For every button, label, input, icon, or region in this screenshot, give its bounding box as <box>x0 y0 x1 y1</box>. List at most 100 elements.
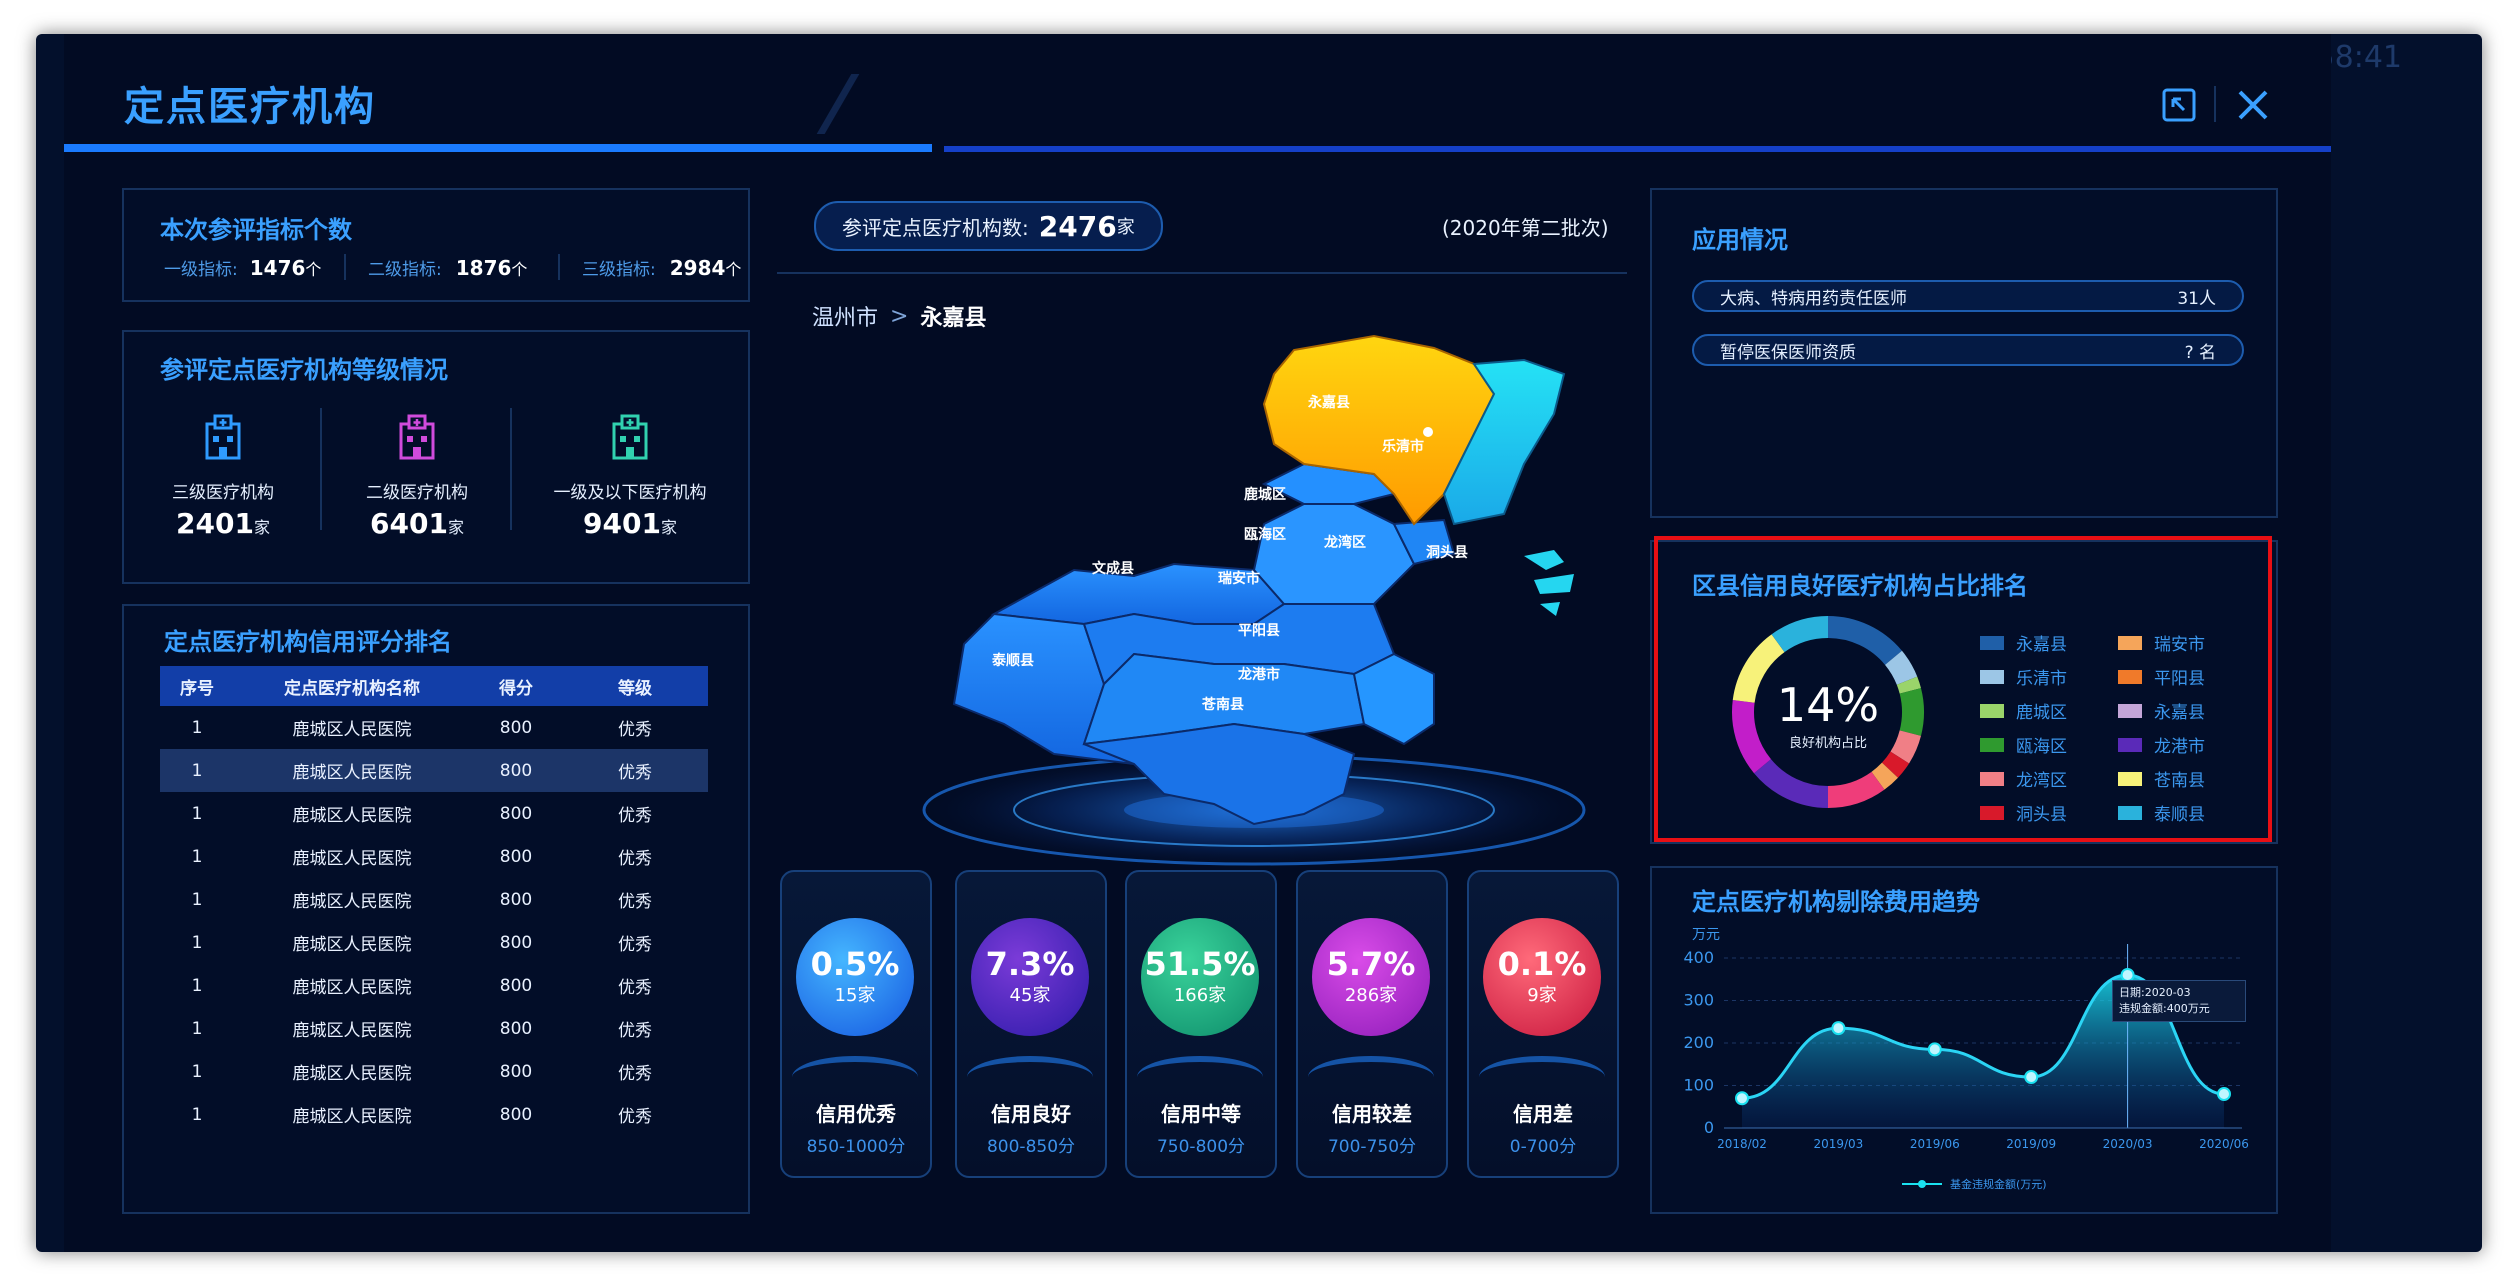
level-item: 三级医疗机构 2401家 <box>124 408 322 540</box>
level-unit: 家 <box>253 518 270 537</box>
application-row[interactable]: 暂停医保医师资质 ? 名 <box>1692 334 2244 366</box>
table-row[interactable]: 1 鹿城区人民医院 800 优秀 <box>160 792 708 835</box>
map-region-longgang[interactable] <box>1352 652 1435 746</box>
level-label: 二级医疗机构 <box>366 483 468 503</box>
cell: 800 <box>499 932 533 953</box>
table-row[interactable]: 1 鹿城区人民医院 800 优秀 <box>160 878 708 921</box>
cell: 1 <box>191 1104 203 1125</box>
application-label: 暂停医保医师资质 <box>1720 342 1856 363</box>
credit-label: 信用中等 <box>1161 1102 1241 1126</box>
credit-percent: 51.5% <box>1144 945 1256 983</box>
region-map <box>914 334 1594 870</box>
x-tick-label: 2018/02 <box>1717 1137 1767 1151</box>
table-row[interactable]: 1 鹿城区人民医院 800 优秀 <box>160 1093 708 1136</box>
cell: 鹿城区人民医院 <box>292 720 412 740</box>
cell: 鹿城区人民医院 <box>292 1107 412 1127</box>
column-header: 等级 <box>618 678 652 699</box>
level-value: 9401 <box>583 507 661 540</box>
data-point[interactable] <box>2217 1087 2231 1101</box>
header-divider <box>2214 86 2216 122</box>
table-row[interactable]: 1 鹿城区人民医院 800 优秀 <box>160 921 708 964</box>
cell: 优秀 <box>618 1107 652 1127</box>
cell: 鹿城区人民医院 <box>292 892 412 912</box>
credit-count: 9家 <box>1527 985 1557 1006</box>
credit-card-medium[interactable]: 51.5% 166家 信用中等 750-800分 <box>1125 870 1277 1178</box>
data-point[interactable] <box>1927 1042 1942 1057</box>
cell: 鹿城区人民医院 <box>292 763 412 783</box>
level-item: 一级及以下医疗机构 9401家 <box>512 414 748 540</box>
cell: 800 <box>499 1104 533 1125</box>
cell: 鹿城区人民医院 <box>292 806 412 826</box>
cell: 优秀 <box>618 763 652 783</box>
indicators-title: 本次参评指标个数 <box>160 216 352 244</box>
level-label: 一级及以下医疗机构 <box>553 483 707 503</box>
table-row[interactable]: 1 鹿城区人民医院 800 优秀 <box>160 1050 708 1093</box>
data-point[interactable] <box>2024 1070 2039 1084</box>
map-region-ouhai[interactable] <box>1252 503 1416 605</box>
application-row[interactable]: 大病、特病用药责任医师 31人 <box>1692 280 2244 312</box>
credit-count: 166家 <box>1173 985 1227 1006</box>
indicators-panel: 本次参评指标个数 一级指标: 1476 个 二级指标: 1876 个 三级指标:… <box>122 188 750 302</box>
hospital-icon <box>205 414 241 460</box>
levels-list: 三级医疗机构 2401家 二级医疗机构 6401家 一级及以下医疗机构 9401… <box>124 408 748 540</box>
modal-title: 定点医疗机构 <box>124 84 376 130</box>
cell: 800 <box>499 889 533 910</box>
card-arc <box>1308 1056 1434 1098</box>
table-header: 序号 定点医疗机构名称 得分 等级 <box>160 666 708 706</box>
batch-label: (2020年第二批次) <box>1442 216 1609 240</box>
table-row[interactable]: 1 鹿城区人民医院 800 优秀 <box>160 706 708 749</box>
ranking-panel: 定点医疗机构信用评分排名 序号 定点医疗机构名称 得分 等级 1 鹿城区人民医院 8… <box>122 604 750 1214</box>
indicator-item: 三级指标: 2984 个 <box>582 255 741 280</box>
credit-label: 信用较差 <box>1332 1102 1412 1126</box>
close-icon <box>2238 90 2268 120</box>
map-label-yueqing: 乐清市 <box>1382 439 1424 455</box>
tooltip-date: 日期:2020-03 <box>2119 986 2191 999</box>
cell: 优秀 <box>618 892 652 912</box>
cell: 1 <box>191 889 203 910</box>
map-region-dongtou[interactable] <box>1524 550 1574 616</box>
credit-card-good[interactable]: 7.3% 45家 信用良好 800-850分 <box>955 870 1107 1178</box>
level-item: 二级医疗机构 6401家 <box>322 408 512 540</box>
data-point[interactable] <box>1831 1021 1846 1036</box>
credit-label: 信用优秀 <box>816 1102 896 1126</box>
credit-card-excellent[interactable]: 0.5% 15家 信用优秀 850-1000分 <box>780 870 932 1178</box>
credit-ball: 0.5% 15家 <box>796 918 914 1036</box>
count-unit: 家 <box>1116 217 1135 238</box>
credit-range: 850-1000分 <box>806 1137 906 1157</box>
legend-label: 基金违规金额(万元) <box>1950 1178 2047 1191</box>
indicator-item: 一级指标: 1476 个 <box>164 255 344 280</box>
credit-ball: 51.5% 166家 <box>1141 918 1259 1036</box>
title-decoration <box>816 74 860 134</box>
table-row[interactable]: 1 鹿城区人民医院 800 优秀 <box>160 749 708 792</box>
table-row[interactable]: 1 鹿城区人民医院 800 优秀 <box>160 835 708 878</box>
map-label-cangnan: 苍南县 <box>1202 697 1244 713</box>
divider <box>344 254 346 280</box>
credit-percent: 0.5% <box>810 945 900 983</box>
x-tick-label: 2019/09 <box>2006 1137 2056 1151</box>
minimize-button[interactable] <box>2160 86 2198 124</box>
credit-card-poor[interactable]: 5.7% 286家 信用较差 700-750分 <box>1296 870 1448 1178</box>
credit-count: 15家 <box>834 985 876 1006</box>
close-button[interactable] <box>2234 86 2272 124</box>
credit-card-bad[interactable]: 0.1% 9家 信用差 0-700分 <box>1467 870 1619 1178</box>
divider <box>510 408 512 530</box>
credit-range: 0-700分 <box>1509 1137 1577 1157</box>
cell: 优秀 <box>618 1021 652 1041</box>
map-marker <box>1423 427 1433 437</box>
application-value: 31人 <box>2177 288 2216 309</box>
cell: 800 <box>499 1061 533 1082</box>
levels-panel: 参评定点医疗机构等级情况 三级医疗机构 2401家 二级医疗机构 6401家 一… <box>122 330 750 584</box>
cell: 1 <box>191 803 203 824</box>
trend-legend: 基金违规金额(万元) <box>1902 1176 2047 1192</box>
level-value: 6401 <box>370 507 448 540</box>
credit-percent: 0.1% <box>1497 945 1587 983</box>
cell: 1 <box>191 846 203 867</box>
map-label-taishun: 泰顺县 <box>992 653 1034 669</box>
credit-ball: 7.3% 45家 <box>971 918 1089 1036</box>
table-row[interactable]: 1 鹿城区人民医院 800 优秀 <box>160 964 708 1007</box>
cell: 1 <box>191 1018 203 1039</box>
cell: 800 <box>499 760 533 781</box>
table-row[interactable]: 1 鹿城区人民医院 800 优秀 <box>160 1007 708 1050</box>
data-point[interactable] <box>1735 1091 1749 1106</box>
cell: 优秀 <box>618 720 652 740</box>
